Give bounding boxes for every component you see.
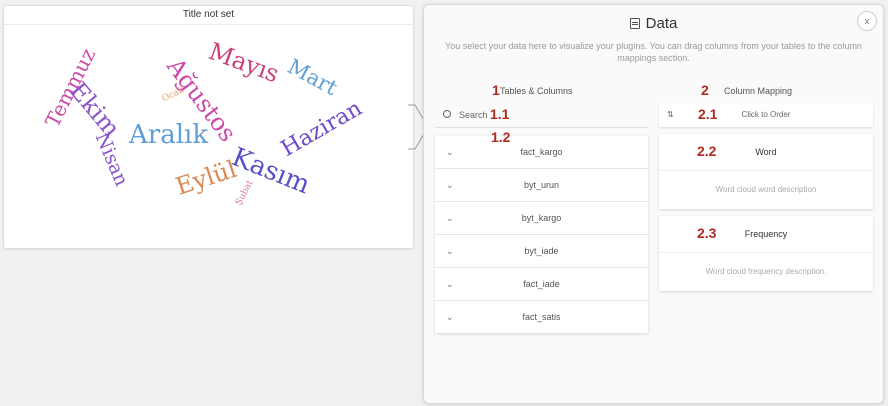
table-item[interactable]: ⌄ fact_iade [435,268,648,301]
table-name: byt_iade [524,246,559,256]
panel-title: Data [645,15,678,32]
cloud-word: Ekim [64,76,126,143]
cloud-word: Eylül [172,154,240,201]
search-marker: 1.1 [490,106,510,122]
word-description: Word cloud word description [715,185,817,194]
data-panel: x Data You select your data here to visu… [423,4,884,404]
cloud-word: Şubat [234,178,256,208]
cloud-word: Ocak [160,85,186,105]
panel-header: Data [424,15,883,32]
tables-section: Search 1.1 1.2 ⌄ fact_kargo ⌄ byt_urun ⌄ byt_… [435,103,648,333]
cloud-word: Haziran [277,95,367,162]
frequency-label: Frequency [744,229,788,239]
cloud-word: Mayıs [205,37,283,89]
mapping-section: ⇅ 2.1 Click to Order 2.2 Word Word cloud… [659,103,873,291]
chevron-down-icon: ⌄ [446,180,454,190]
database-icon [629,18,640,29]
chart-preview: Title not set Temmuz Ekim Nisan Ağustos Mayı… [3,5,414,249]
tables-title: Tables & Columns [500,86,573,96]
frequency-description: Word cloud frequency description. [705,267,827,276]
word-cloud: Temmuz Ekim Nisan Ağustos Mayıs Mart Haziran Ar… [4,26,413,248]
cloud-word: Mart [283,54,342,101]
frequency-mapping-head: 2.3 Frequency [659,216,873,253]
click-to-order-button[interactable]: ⇅ 2.1 Click to Order [659,103,873,127]
table-name: fact_kargo [520,147,563,157]
chevron-down-icon: ⌄ [446,312,454,322]
table-name: fact_iade [523,279,560,289]
table-list: ⌄ fact_kargo ⌄ byt_urun ⌄ byt_kargo ⌄ byt_iade ⌄… [435,136,648,333]
table-item[interactable]: ⌄ byt_urun [435,169,648,202]
table-item[interactable]: ⌄ fact_satis [435,301,648,333]
search-placeholder: Search [459,110,488,120]
cloud-word: Nisan [90,129,133,190]
chart-title: Title not set [4,6,413,25]
order-marker: 2.1 [698,106,718,122]
search-input[interactable]: Search 1.1 [435,103,648,128]
panel-description: You select your data here to visualize y… [445,41,862,63]
chevron-down-icon: ⌄ [446,246,454,256]
sort-icon: ⇅ [667,110,674,119]
word-mapping-card[interactable]: 2.2 Word Word cloud word description [659,134,873,209]
mapping-title: Column Mapping [724,86,793,96]
order-label: Click to Order [741,110,791,119]
mapping-marker: 2 [701,82,709,98]
frequency-mapping-card[interactable]: 2.3 Frequency Word cloud frequency descr… [659,216,873,291]
chevron-down-icon: ⌄ [446,147,454,157]
word-marker: 2.2 [697,143,717,159]
word-mapping-head: 2.2 Word [659,134,873,171]
table-item[interactable]: ⌄ fact_kargo [435,136,648,169]
table-name: byt_kargo [521,213,562,223]
chevron-down-icon: ⌄ [446,213,454,223]
cloud-word: Aralık [129,120,209,150]
frequency-marker: 2.3 [697,225,717,241]
tables-marker: 1 [492,82,500,98]
word-label: Word [755,147,777,157]
table-name: fact_satis [522,312,561,322]
chevron-down-icon: ⌄ [446,279,454,289]
table-name: byt_urun [523,180,560,190]
table-item[interactable]: ⌄ byt_iade [435,235,648,268]
table-item[interactable]: ⌄ byt_kargo [435,202,648,235]
search-icon [443,110,451,118]
